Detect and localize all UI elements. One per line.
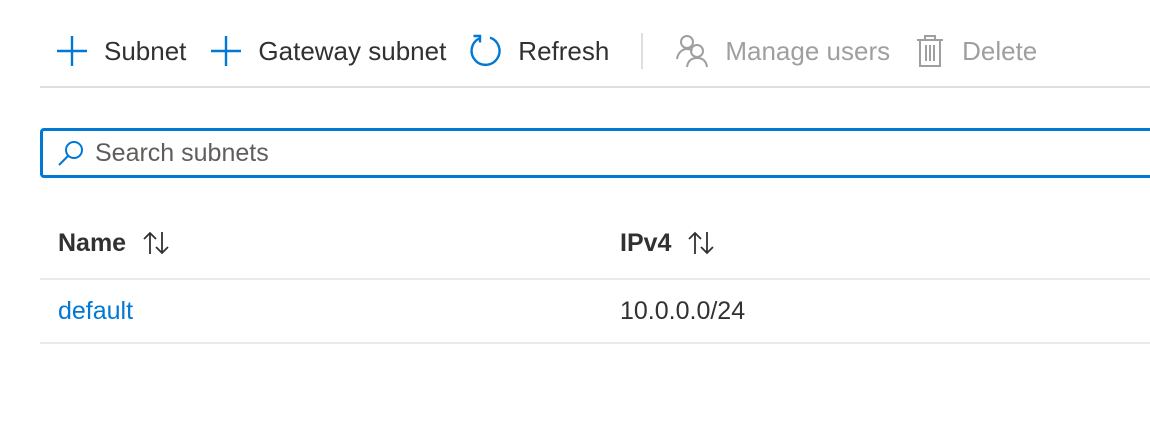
plus-icon (208, 33, 244, 69)
users-icon (675, 33, 711, 69)
search-icon (53, 135, 89, 171)
subnet-name-link[interactable]: default (58, 297, 133, 326)
column-header-name[interactable]: Name (40, 229, 620, 258)
sort-icon[interactable] (140, 230, 174, 256)
manage-users-button[interactable]: Manage users (661, 26, 898, 76)
subnets-table: Name IPv4 default 10.0.0.0/24 (40, 208, 1150, 344)
refresh-button[interactable]: Refresh (454, 26, 617, 76)
plus-icon (54, 33, 90, 69)
refresh-icon (468, 33, 504, 69)
command-bar: Subnet Gateway subnet Refresh Manage use… (40, 22, 1150, 88)
add-gateway-subnet-button[interactable]: Gateway subnet (194, 26, 454, 76)
add-gateway-subnet-label: Gateway subnet (258, 35, 447, 66)
search-box[interactable] (40, 128, 1150, 178)
table-header-row: Name IPv4 (40, 208, 1150, 280)
table-row: default 10.0.0.0/24 (40, 280, 1150, 344)
trash-icon (912, 33, 948, 69)
subnets-page: Subnet Gateway subnet Refresh Manage use… (0, 0, 1150, 438)
sort-icon[interactable] (685, 230, 719, 256)
column-header-ipv4-label: IPv4 (620, 228, 672, 257)
delete-button[interactable]: Delete (898, 26, 1045, 76)
subnet-name-cell: default (40, 297, 620, 326)
add-subnet-button[interactable]: Subnet (40, 26, 194, 76)
search-input[interactable] (93, 132, 1150, 174)
column-header-name-label: Name (58, 228, 127, 257)
subnet-ipv4-cell: 10.0.0.0/24 (620, 296, 746, 325)
toolbar-divider (641, 33, 644, 69)
delete-label: Delete (962, 35, 1038, 66)
column-header-ipv4[interactable]: IPv4 (620, 229, 719, 258)
add-subnet-label: Subnet (104, 35, 187, 66)
manage-users-label: Manage users (725, 35, 891, 66)
refresh-label: Refresh (518, 35, 610, 66)
